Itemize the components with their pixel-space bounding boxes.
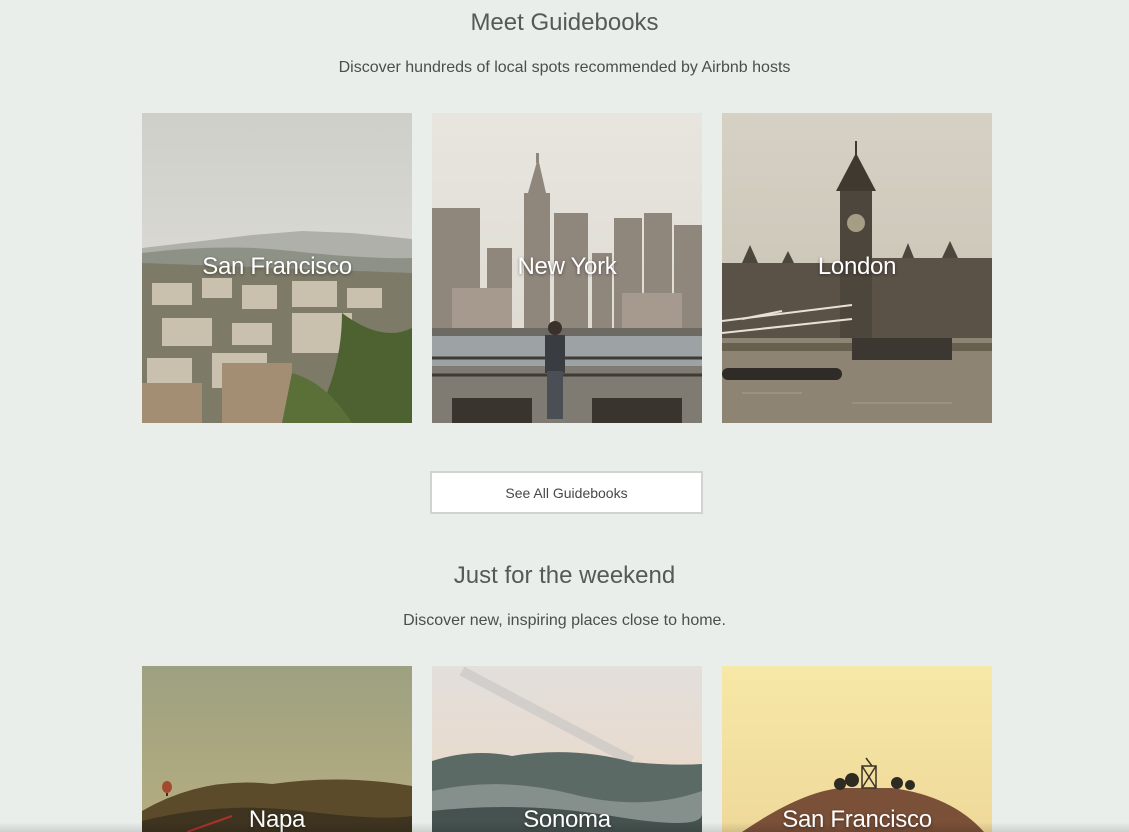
weekend-card-napa[interactable]: Napa xyxy=(142,666,412,832)
see-all-guidebooks-button[interactable]: See All Guidebooks xyxy=(430,471,703,514)
weekend-title: Just for the weekend xyxy=(453,562,676,589)
card-label: London xyxy=(817,253,897,280)
weekend-card-san-francisco[interactable]: San Francisco xyxy=(722,666,992,832)
page: Meet Guidebooks Discover hundreds of loc… xyxy=(0,0,1129,832)
guidebook-card-san-francisco[interactable]: San Francisco xyxy=(142,113,412,423)
viewport-bottom-shadow xyxy=(0,822,1129,832)
card-label: San Francisco xyxy=(202,253,352,280)
guidebook-card-london[interactable]: London xyxy=(722,113,992,423)
guidebooks-subtitle: Discover hundreds of local spots recomme… xyxy=(338,59,791,76)
guidebook-card-new-york[interactable]: New York xyxy=(432,113,702,423)
weekend-subtitle: Discover new, inspiring places close to … xyxy=(403,612,726,629)
weekend-card-sonoma[interactable]: Sonoma xyxy=(432,666,702,832)
guidebooks-title: Meet Guidebooks xyxy=(470,9,659,36)
card-label: New York xyxy=(517,253,617,280)
